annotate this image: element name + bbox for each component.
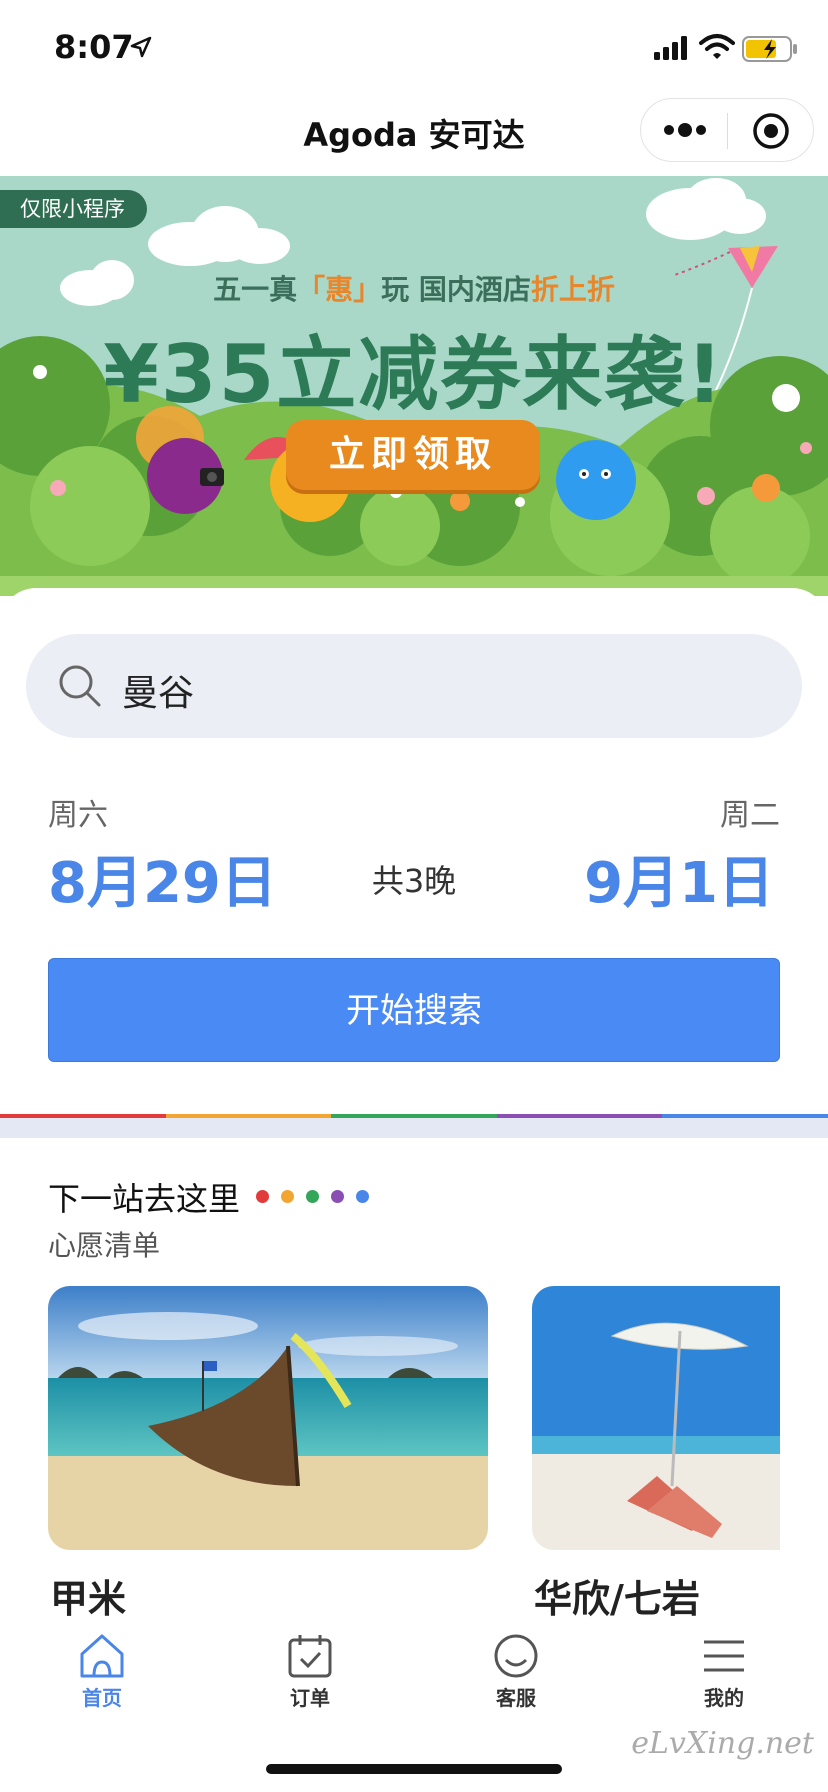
watermark-text: eLvXing.net [631, 1726, 814, 1761]
checkout-date[interactable]: 9月1日 [584, 838, 774, 919]
checkout-weekday: 周二 [720, 798, 780, 833]
color-dots [256, 1190, 369, 1204]
dot-purple [331, 1190, 344, 1203]
checkin-weekday: 周六 [48, 798, 108, 833]
promo-banner[interactable]: 仅限小程序 五一真「惠」玩 国内酒店折上折 ¥35立减券来袭! 立即领取 [0, 176, 828, 596]
banner-title: ¥35立减券来袭! [103, 328, 725, 421]
status-time: 8:07 [54, 28, 134, 66]
menu-lines-icon [704, 1640, 744, 1672]
tab-home-label: 首页 [82, 1686, 122, 1710]
tab-orders[interactable]: 订单 [250, 1632, 370, 1732]
battery-charging-icon [742, 36, 797, 62]
calendar-check-icon [288, 1635, 332, 1678]
section-gap [0, 1118, 828, 1138]
search-icon [59, 665, 101, 707]
longtail-boat-beach-photo [48, 1286, 488, 1550]
destination-card-hua-hin[interactable] [532, 1286, 780, 1550]
blue-character-icon [556, 440, 636, 520]
miniprogram-close-icon[interactable] [751, 111, 791, 151]
tab-mine-label: 我的 [704, 1686, 744, 1710]
banner-subtitle-part-3: 玩 国内酒店 [381, 273, 531, 306]
tab-customer-service[interactable]: 客服 [456, 1632, 576, 1732]
tab-service-label: 客服 [496, 1686, 536, 1710]
destination-search-input[interactable]: 曼谷 [26, 634, 802, 738]
dot-red [256, 1190, 269, 1203]
destination-name-krabi: 甲米 [50, 1577, 127, 1621]
tab-mine[interactable]: 我的 [664, 1632, 784, 1732]
beach-umbrella-photo [532, 1286, 780, 1550]
destination-name-hua-hin: 华欣/七岩 [534, 1577, 700, 1621]
banner-subtitle-part-2: 「惠」 [297, 273, 382, 306]
cellular-signal-icon [654, 36, 687, 60]
search-query-text: 曼谷 [122, 673, 195, 714]
dot-blue [356, 1190, 369, 1203]
home-icon [80, 1634, 124, 1678]
tab-home[interactable]: 首页 [42, 1632, 162, 1732]
home-indicator[interactable] [266, 1764, 562, 1774]
destination-card-krabi[interactable] [48, 1286, 488, 1550]
miniprogram-only-badge: 仅限小程序 [0, 190, 147, 228]
banner-subtitle: 五一真「惠」玩 国内酒店折上折 [0, 268, 828, 308]
miniprogram-capsule [640, 98, 814, 162]
smile-face-icon [494, 1634, 538, 1678]
location-arrow-icon [130, 36, 152, 58]
start-search-button[interactable]: 开始搜索 [48, 958, 780, 1062]
destinations-heading: 下一站去这里 [48, 1180, 241, 1218]
wishlist-subheading: 心愿清单 [48, 1229, 161, 1262]
banner-subtitle-part-1: 五一真 [213, 273, 298, 306]
claim-coupon-button[interactable]: 立即领取 [286, 420, 540, 490]
tab-orders-label: 订单 [290, 1686, 330, 1710]
wifi-icon [699, 34, 735, 59]
hotel-search-card: 曼谷 周六 周二 8月29日 共3晚 9月1日 开始搜索 [0, 588, 828, 1119]
capsule-divider [727, 113, 728, 149]
navigation-bar: Agoda 安可达 [0, 96, 828, 176]
status-bar: 8:07 [0, 0, 828, 96]
dot-orange [281, 1190, 294, 1203]
banner-subtitle-part-4: 折上折 [530, 273, 615, 306]
dot-green [306, 1190, 319, 1203]
more-dots-icon[interactable] [661, 113, 709, 147]
